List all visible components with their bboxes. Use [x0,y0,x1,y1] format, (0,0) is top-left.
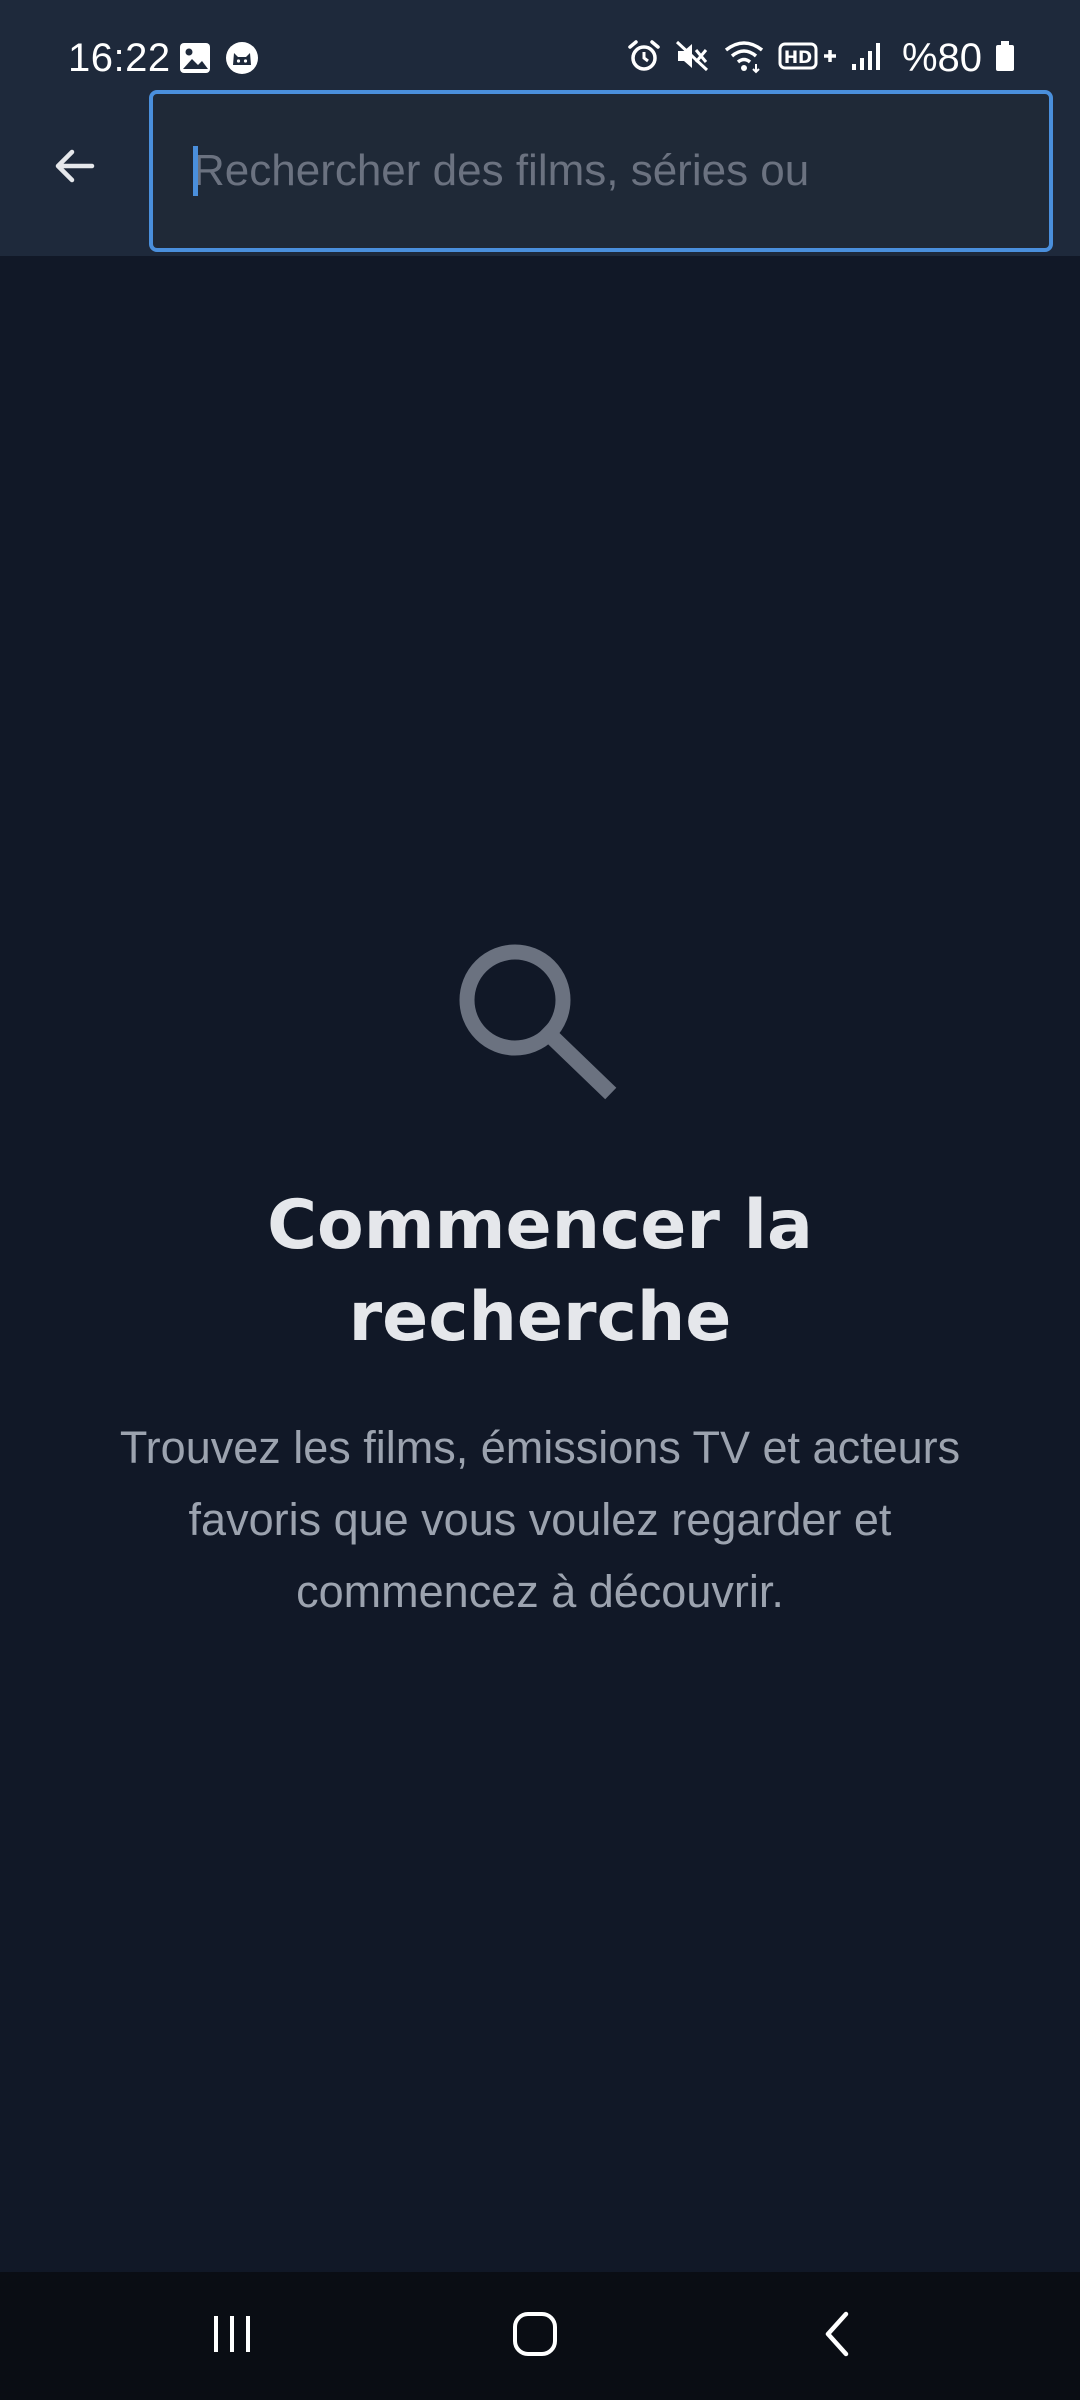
mute-icon [674,38,710,79]
signal-icon [850,38,884,79]
alarm-icon [626,38,662,79]
notification-icons [178,40,260,81]
system-navigation-bar [0,2272,1080,2400]
cat-app-icon [224,40,260,81]
empty-state-title: Commencer la recherche [267,1186,813,1357]
back-button[interactable] [36,130,112,206]
back-icon [816,2310,860,2363]
recent-apps-button[interactable] [172,2296,292,2376]
hd-plus-icon: HD [778,38,838,79]
gallery-icon [178,41,212,80]
status-time: 16:22 [68,36,171,80]
home-icon [511,2310,559,2363]
empty-state-description: Trouvez les films, émissions TV et acteu… [119,1422,961,1617]
recent-apps-icon [210,2312,254,2361]
battery-percentage: %80 [901,36,982,80]
search-icon [0,940,1080,1110]
text-cursor [193,146,198,196]
system-back-button[interactable] [778,2296,898,2376]
system-status-icons: HD %80 [626,34,1016,82]
battery-icon [994,38,1016,79]
arrow-left-icon [50,142,98,195]
svg-text:HD: HD [784,48,812,68]
search-screen: 16:22 HD %80 Rechercher des films, série… [0,0,1080,2400]
wifi-icon [722,38,766,79]
empty-state: Commencer la recherche Trouvez les films… [0,940,1080,1628]
search-field[interactable] [149,90,1053,252]
top-header: 16:22 HD %80 Rechercher des films, série… [0,0,1080,256]
search-input[interactable] [193,94,1033,248]
home-button[interactable] [475,2296,595,2376]
